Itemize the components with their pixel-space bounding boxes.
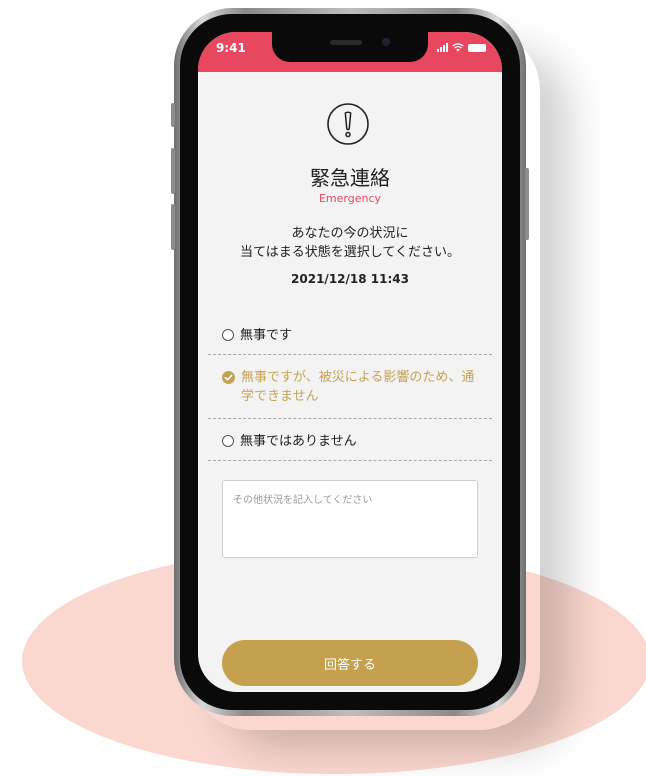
divider — [208, 418, 492, 419]
volume-down-button — [171, 204, 175, 250]
silent-switch — [171, 103, 175, 127]
power-button — [525, 168, 529, 240]
radio-unchecked-icon[interactable] — [222, 435, 234, 447]
check-circle-icon[interactable] — [222, 371, 235, 384]
datetime: 2021/12/18 11:43 — [291, 272, 409, 286]
option-not-safe[interactable]: 無事ではありません — [222, 432, 478, 451]
signal-icon — [437, 43, 448, 52]
volume-up-button — [171, 148, 175, 194]
divider — [208, 460, 492, 461]
battery-icon — [468, 44, 486, 52]
option-safe[interactable]: 無事です — [222, 326, 478, 345]
page-subtitle: Emergency — [318, 192, 382, 205]
front-camera — [382, 38, 390, 46]
option-label: 無事です — [240, 328, 293, 343]
status-icons — [437, 43, 486, 52]
radio-unchecked-icon[interactable] — [222, 329, 234, 341]
instruction-text: あなたの今の状況に 当てはまる状態を選択してください。 — [198, 224, 502, 262]
other-status-textarea[interactable]: その他状況を記入してください — [222, 480, 478, 558]
option-safe-cannot-attend[interactable]: 無事ですが、被災による影響のため、通学できません — [222, 368, 478, 406]
status-time: 9:41 — [216, 41, 246, 55]
phone-frame: 9:41 緊急連絡 Emergency あなたの今の状況に 当てはまる状態を選択… — [171, 8, 529, 716]
stage: 9:41 緊急連絡 Emergency あなたの今の状況に 当てはまる状態を選択… — [0, 0, 646, 776]
instruction-line-2: 当てはまる状態を選択してください。 — [240, 245, 460, 260]
option-label: 無事ですが、被災による影響のため、通学できません — [241, 370, 475, 404]
option-label: 無事ではありません — [240, 434, 357, 449]
submit-button[interactable]: 回答する — [222, 640, 478, 686]
divider — [208, 354, 492, 355]
screen: 9:41 緊急連絡 Emergency あなたの今の状況に 当てはまる状態を選択… — [198, 32, 502, 692]
notch — [272, 32, 428, 62]
exclamation-circle-icon — [327, 103, 369, 145]
instruction-line-1: あなたの今の状況に — [291, 226, 409, 241]
speaker-grille — [330, 40, 362, 45]
wifi-icon — [452, 43, 464, 52]
page-title: 緊急連絡 — [310, 166, 390, 190]
